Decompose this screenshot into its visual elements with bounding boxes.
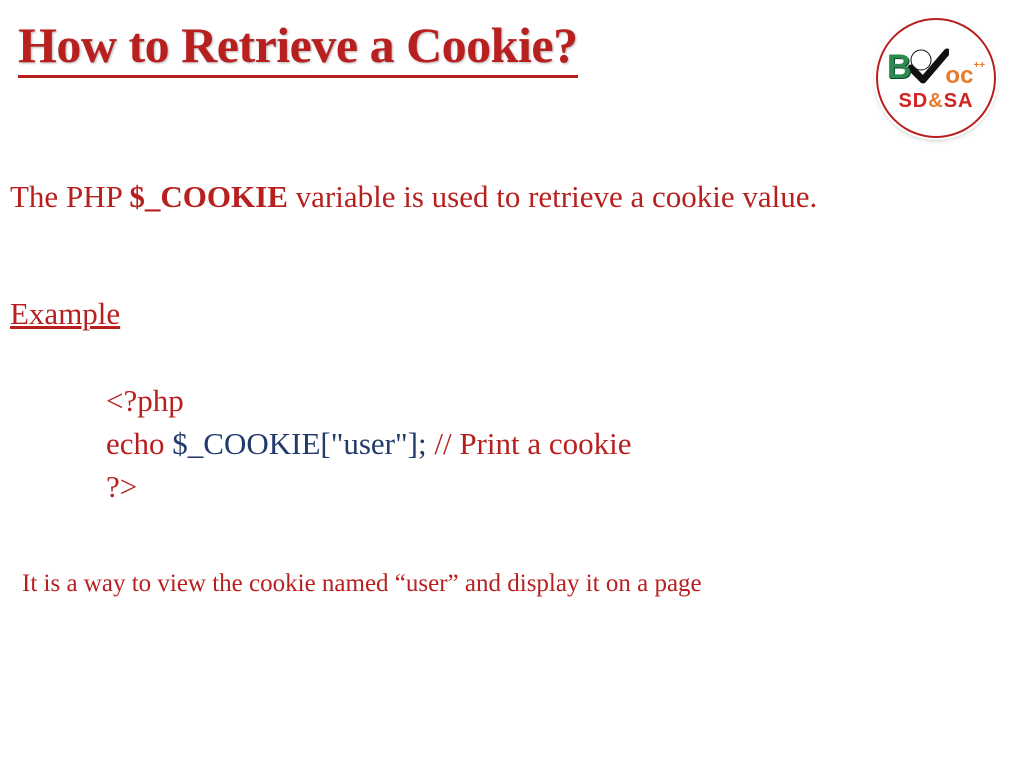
logo-top-row: B oc ++ [887, 44, 985, 92]
example-heading: Example [10, 296, 120, 332]
intro-paragraph: The PHP $_COOKIE variable is used to ret… [10, 176, 984, 218]
checkmark-icon [905, 46, 949, 90]
intro-suffix: variable is used to retrieve a cookie va… [288, 179, 817, 214]
code-line-1: <?php [106, 380, 632, 423]
code-cookie-expr: $_COOKIE["user"]; [172, 426, 426, 461]
logo-bottom-row: SD&SA [898, 90, 973, 113]
logo-sa: SA [944, 90, 974, 112]
logo-plus: ++ [973, 60, 985, 71]
code-line-3: ?> [106, 466, 632, 509]
brand-logo: B oc ++ SD&SA [876, 18, 996, 138]
logo-sd: SD [898, 90, 928, 112]
intro-variable: $_COOKIE [129, 179, 287, 214]
intro-prefix: The PHP [10, 179, 129, 214]
code-line-2: echo $_COOKIE["user"]; // Print a cookie [106, 423, 632, 466]
logo-letters-oc: oc [945, 62, 973, 90]
logo-amp: & [928, 90, 943, 112]
code-echo: echo [106, 426, 172, 461]
code-comment: // Print a cookie [427, 426, 632, 461]
logo-letter-b: B [887, 48, 912, 87]
footer-note: It is a way to view the cookie named “us… [22, 570, 702, 598]
code-example: <?php echo $_COOKIE["user"]; // Print a … [106, 380, 632, 508]
slide-title: How to Retrieve a Cookie? [18, 18, 578, 78]
